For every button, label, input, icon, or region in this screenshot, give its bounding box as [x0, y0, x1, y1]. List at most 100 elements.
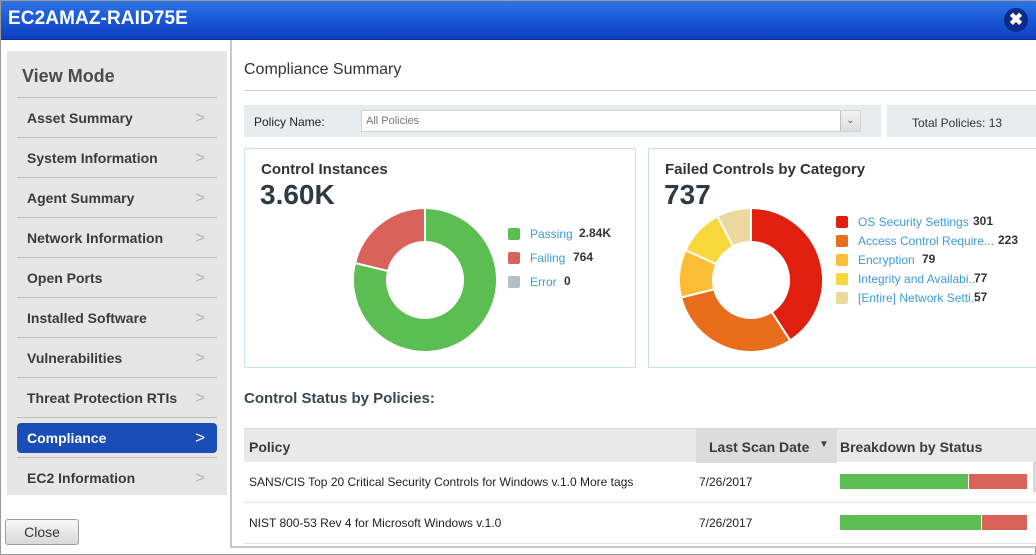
sidebar-item-label: System Information: [27, 150, 158, 166]
total-policies-box: Total Policies: 13: [887, 105, 1036, 137]
passing-segment: [840, 515, 982, 530]
sidebar-item-label: Open Ports: [27, 270, 103, 286]
sidebar-item-asset-summary[interactable]: Asset Summary >: [17, 97, 217, 137]
legend-swatch: [836, 216, 848, 228]
sidebar-item-label: Agent Summary: [27, 190, 135, 206]
chart-title: Failed Controls by Category: [665, 161, 866, 178]
failing-segment: [969, 474, 1027, 489]
legend-value: 79: [922, 252, 936, 266]
view-mode-sidebar: View Mode Asset Summary > System Informat…: [7, 51, 227, 495]
legend-value: 57: [974, 290, 988, 304]
control-instances-card: Control Instances 3.60K Passing 2.84K Fai…: [244, 148, 636, 368]
chevron-right-icon: >: [195, 108, 205, 127]
last-scan-date: 7/26/2017: [699, 475, 753, 489]
sidebar-item-vulnerabilities[interactable]: Vulnerabilities >: [17, 337, 217, 377]
legend-value: 77: [974, 271, 988, 285]
close-button[interactable]: Close: [5, 519, 79, 545]
chevron-down-icon[interactable]: ⌄: [840, 111, 860, 131]
failing-segment: [982, 515, 1027, 530]
policies-table: Policy Last Scan Date ▼ Breakdown by Sta…: [244, 428, 1036, 544]
legend-label[interactable]: Failing: [530, 251, 565, 265]
legend-swatch: [508, 252, 520, 264]
sidebar-title: View Mode: [22, 66, 115, 86]
sort-desc-icon[interactable]: ▼: [819, 439, 829, 450]
close-circle-icon[interactable]: ✖: [1004, 8, 1028, 32]
sidebar-item-agent-summary[interactable]: Agent Summary >: [17, 177, 217, 217]
table-header: Policy Last Scan Date ▼ Breakdown by Sta…: [244, 428, 1036, 463]
chevron-right-icon: >: [195, 268, 205, 287]
sidebar-item-system-information[interactable]: System Information >: [17, 137, 217, 177]
compliance-panel: Compliance Summary Policy Name: All Poli…: [230, 40, 1036, 548]
sidebar-item-label: EC2 Information: [27, 470, 136, 486]
legend-label[interactable]: [Entire] Network Setti...: [858, 291, 981, 305]
legend-value: 2.84K: [579, 226, 612, 240]
divider: [244, 90, 1036, 91]
sidebar-item-open-ports[interactable]: Open Ports >: [17, 257, 217, 297]
sidebar-item-label: Network Information: [27, 230, 164, 246]
sidebar-item-threat-protection-rtis[interactable]: Threat Protection RTIs >: [17, 377, 217, 417]
sidebar-item-installed-software[interactable]: Installed Software >: [17, 297, 217, 337]
policy-name[interactable]: NIST 800-53 Rev 4 for Microsoft Windows …: [249, 516, 501, 530]
asset-details-window: EC2AMAZ-RAID75E ✖ View Mode Asset Summar…: [0, 0, 1036, 555]
window-title: EC2AMAZ-RAID75E: [8, 8, 188, 29]
legend-swatch: [508, 276, 520, 288]
title-bar: EC2AMAZ-RAID75E ✖: [1, 1, 1036, 40]
chevron-right-icon: >: [195, 348, 205, 367]
legend-value: 301: [973, 214, 994, 228]
failed-controls-card: Failed Controls by Category 737 OS Secur…: [648, 148, 1036, 368]
legend-label[interactable]: Error: [530, 275, 557, 289]
legend-value: 764: [573, 250, 594, 264]
policy-name-value: All Policies: [366, 115, 420, 127]
chart-title: Control Instances: [261, 161, 388, 178]
legend-label[interactable]: Access Control Require...: [858, 234, 994, 248]
sidebar-item-label: Vulnerabilities: [27, 350, 123, 366]
sidebar-nav: Asset Summary > System Information > Agent…: [17, 97, 217, 497]
policy-name[interactable]: SANS/CIS Top 20 Critical Security Contro…: [249, 475, 633, 489]
legend-label[interactable]: Integrity and Availabi...: [858, 272, 979, 286]
sidebar-item-label: Installed Software: [27, 310, 147, 326]
status-breakdown-bar: [840, 474, 1027, 489]
legend-value: 223: [998, 233, 1019, 247]
sidebar-item-label: Threat Protection RTIs: [27, 390, 178, 406]
sidebar-item-label: Asset Summary: [27, 110, 133, 126]
sidebar-item-ec2-information[interactable]: EC2 Information >: [17, 457, 217, 497]
donut-slice-failing[interactable]: [353, 207, 426, 273]
legend-label[interactable]: Passing: [530, 227, 573, 241]
legend-swatch: [836, 292, 848, 304]
section-title: Control Status by Policies:: [244, 390, 435, 407]
chevron-right-icon: >: [195, 228, 205, 247]
column-header-breakdown[interactable]: Breakdown by Status: [840, 439, 982, 455]
sidebar-item-label: Compliance: [27, 430, 107, 446]
policy-filter-bar: Policy Name: All Policies ⌄: [244, 105, 881, 137]
status-breakdown-bar: [840, 515, 1027, 530]
chevron-right-icon: >: [195, 468, 205, 487]
sidebar-item-network-information[interactable]: Network Information >: [17, 217, 217, 257]
table-row[interactable]: NIST 800-53 Rev 4 for Microsoft Windows …: [244, 503, 1036, 544]
column-header-policy[interactable]: Policy: [249, 439, 290, 455]
control-instances-donut: [352, 207, 498, 353]
column-header-last-scan-date[interactable]: Last Scan Date: [709, 439, 809, 455]
legend-value: 0: [564, 274, 571, 288]
chevron-right-icon: >: [195, 308, 205, 327]
legend-label[interactable]: Encryption: [858, 253, 915, 267]
last-scan-date: 7/26/2017: [699, 516, 753, 530]
failed-controls-donut: [678, 207, 824, 353]
total-policies: Total Policies: 13: [912, 116, 1003, 130]
sidebar-item-compliance[interactable]: Compliance >: [17, 417, 217, 457]
chart-total: 3.60K: [260, 179, 335, 210]
table-row[interactable]: SANS/CIS Top 20 Critical Security Contro…: [244, 462, 1036, 503]
legend-swatch: [836, 235, 848, 247]
chevron-right-icon: >: [195, 188, 205, 207]
page-title: Compliance Summary: [244, 61, 402, 78]
legend-swatch: [836, 273, 848, 285]
legend-swatch: [836, 254, 848, 266]
donut-slice-access-control-require[interactable]: [679, 288, 792, 353]
chevron-right-icon: >: [195, 148, 205, 167]
chevron-right-icon: >: [195, 388, 205, 407]
policy-name-label: Policy Name:: [254, 115, 325, 129]
passing-segment: [840, 474, 969, 489]
legend-label[interactable]: OS Security Settings: [858, 215, 969, 229]
legend-swatch: [508, 228, 520, 240]
chevron-right-icon: >: [195, 428, 205, 447]
policy-name-select[interactable]: All Policies ⌄: [361, 110, 861, 132]
